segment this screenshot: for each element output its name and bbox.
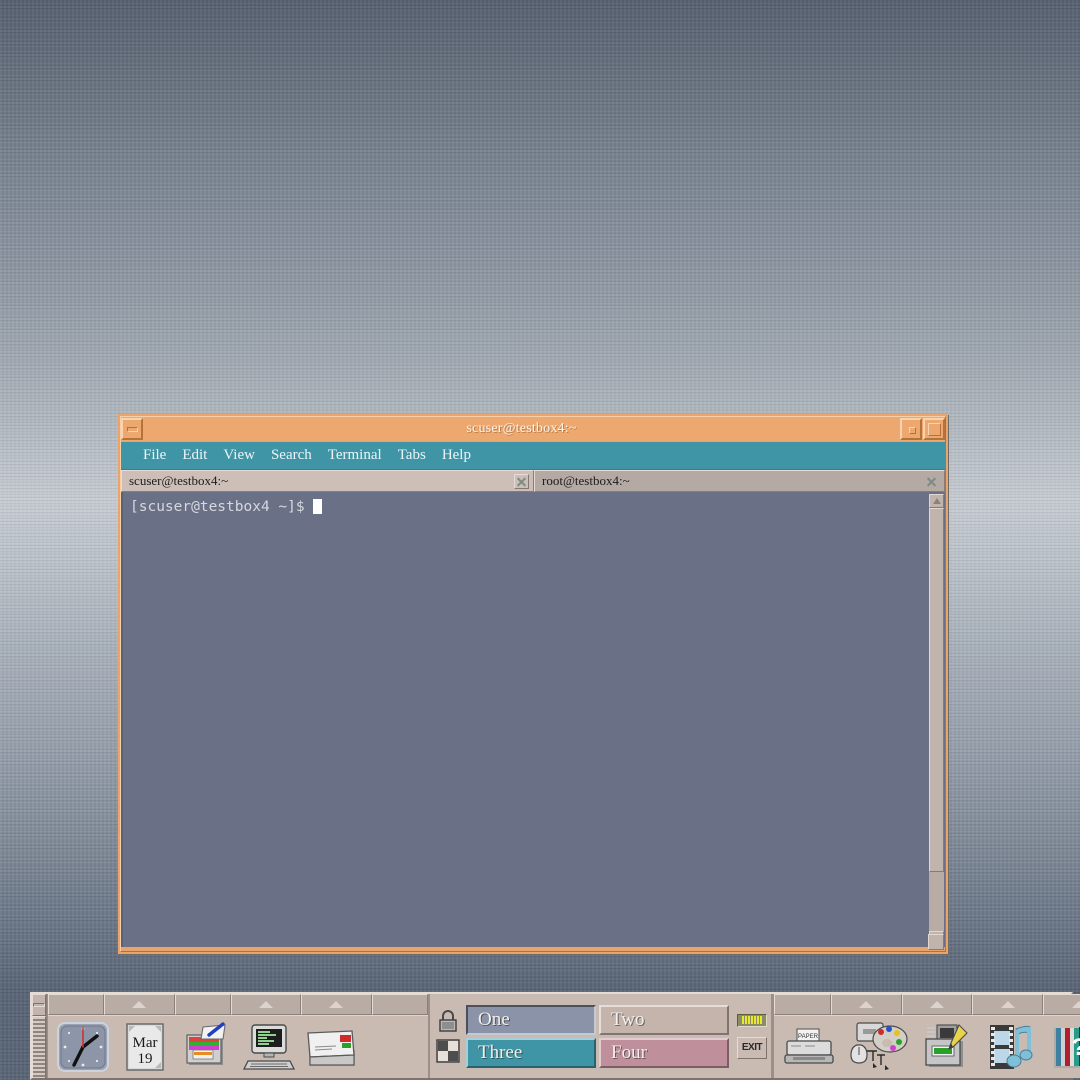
close-icon[interactable]: [925, 474, 940, 489]
minimize-icon: [127, 427, 138, 432]
subpanel-arrow-printer[interactable]: [774, 994, 831, 1015]
calendar-icon[interactable]: Mar 19: [114, 1018, 176, 1076]
pager-status-buttons: EXIT: [729, 1014, 767, 1059]
window-titlebar[interactable]: scuser@testbox4:~: [121, 417, 945, 441]
terminal-window[interactable]: scuser@testbox4:~ File Edit View Search …: [118, 414, 948, 954]
subpanel-arrow-clock[interactable]: [48, 994, 104, 1015]
close-icon[interactable]: [514, 474, 529, 489]
folder-icon[interactable]: [176, 1018, 238, 1076]
panel-left-group: Mar 19: [47, 994, 428, 1078]
subpanel-arrow-mailer[interactable]: [301, 994, 371, 1015]
workspace-button-one[interactable]: One: [466, 1005, 596, 1035]
lock-icon[interactable]: [436, 1009, 460, 1033]
terminal-cursor: [313, 499, 322, 514]
mail-icon[interactable]: [300, 1018, 362, 1076]
scrollbar-track[interactable]: [929, 508, 944, 931]
panel-right-group: PAPER: [773, 994, 1080, 1078]
panel-left-subpanel-row: [48, 994, 428, 1015]
front-panel[interactable]: Mar 19: [30, 992, 1073, 1080]
panel-right-subpanel-row: [774, 994, 1080, 1015]
panel-handle-left[interactable]: [32, 994, 47, 1078]
workspace-grid-icon[interactable]: [436, 1039, 460, 1063]
calendar-month: Mar: [133, 1035, 158, 1051]
window-maximize-button[interactable]: [923, 418, 945, 440]
scrollbar-thumb[interactable]: [929, 508, 944, 872]
subpanel-arrow-apps[interactable]: [902, 994, 973, 1015]
panel-left-filler: [362, 1018, 424, 1076]
scroll-up-icon[interactable]: [929, 494, 944, 508]
app-drawer-icon[interactable]: [912, 1018, 978, 1076]
busy-indicator: [737, 1014, 767, 1027]
exit-button[interactable]: EXIT: [737, 1037, 767, 1059]
window-minimize-button[interactable]: [121, 418, 143, 440]
subpanel-arrow-media[interactable]: [972, 994, 1043, 1015]
terminal-body[interactable]: [scuser@testbox4 ~]$: [121, 492, 945, 947]
pager-side-buttons: [434, 1009, 466, 1063]
subpanel-arrow-extra[interactable]: [372, 994, 428, 1015]
terminal-output[interactable]: [scuser@testbox4 ~]$: [121, 492, 928, 947]
maximize-icon: [928, 423, 941, 436]
workspace-pager[interactable]: One Two Three Four EXIT: [428, 994, 773, 1078]
window-title: scuser@testbox4:~: [143, 421, 900, 437]
shell-prompt: [scuser@testbox4 ~]$: [130, 499, 313, 515]
panel-collapse-button[interactable]: [32, 994, 46, 1016]
printer-icon[interactable]: PAPER: [778, 1018, 840, 1076]
books-help-icon[interactable]: ?: [1044, 1018, 1080, 1076]
workspace-button-four[interactable]: Four: [599, 1038, 729, 1068]
workspace-button-two[interactable]: Two: [599, 1005, 729, 1035]
collapse-icon: [33, 1003, 45, 1007]
subpanel-arrow-files[interactable]: [175, 994, 231, 1015]
subpanel-arrow-style[interactable]: [831, 994, 902, 1015]
shade-icon: [909, 427, 916, 434]
resize-grip-icon[interactable]: [928, 934, 944, 950]
subpanel-arrow-calendar[interactable]: [104, 994, 174, 1015]
workspace-buttons[interactable]: One Two Three Four: [466, 1005, 729, 1068]
computer-icon[interactable]: [238, 1018, 300, 1076]
calendar-day: 19: [138, 1051, 153, 1067]
window-shade-button[interactable]: [900, 418, 922, 440]
palette-icon[interactable]: [840, 1018, 912, 1076]
clock-icon[interactable]: [52, 1018, 114, 1076]
svg-text:?: ?: [1072, 1034, 1080, 1061]
subpanel-arrow-help[interactable]: [1043, 994, 1080, 1015]
media-note-icon[interactable]: [978, 1018, 1044, 1076]
subpanel-arrow-terminal[interactable]: [231, 994, 301, 1015]
terminal-scrollbar[interactable]: [928, 492, 945, 947]
svg-text:PAPER: PAPER: [798, 1034, 819, 1040]
panel-left-icons: Mar 19: [48, 1015, 428, 1078]
workspace-button-three[interactable]: Three: [466, 1038, 596, 1068]
panel-right-icons: PAPER: [774, 1015, 1080, 1078]
panel-drag-grip[interactable]: [32, 1016, 46, 1078]
